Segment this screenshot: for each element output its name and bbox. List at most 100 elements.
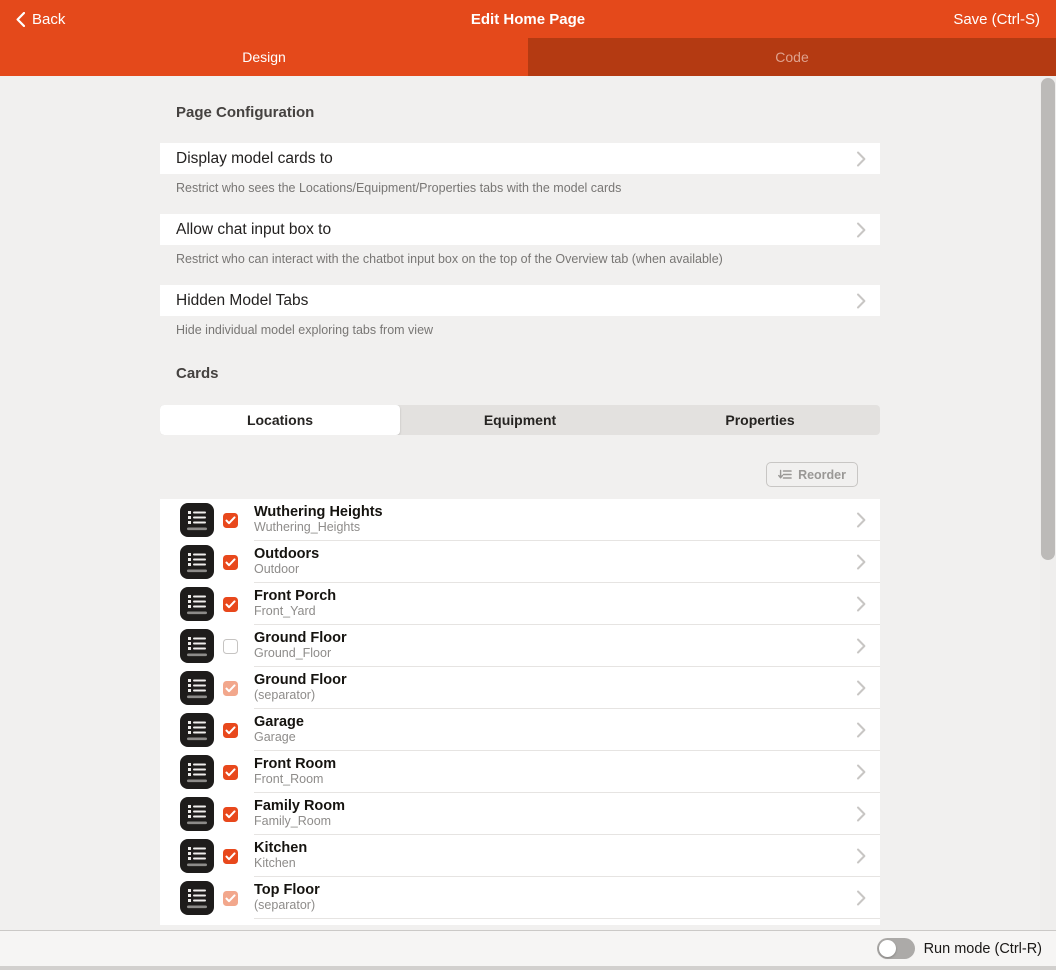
card-row[interactable]: Kitchen Kitchen (160, 835, 880, 877)
edit-home-page-window: Back Edit Home Page Save (Ctrl-S) Design… (0, 0, 1056, 970)
card-checkbox[interactable] (223, 639, 238, 654)
card-row-main: Wuthering Heights Wuthering_Heights (254, 499, 880, 541)
card-checkbox[interactable] (223, 681, 238, 696)
segment-tab[interactable]: Properties (640, 405, 880, 435)
back-button[interactable]: Back (16, 11, 65, 28)
chevron-right-icon (856, 722, 866, 738)
card-checkbox[interactable] (223, 849, 238, 864)
card-row[interactable]: Family Room Family_Room (160, 793, 880, 835)
card-row-main: Garage Garage (254, 709, 880, 751)
toggle-knob (879, 940, 896, 957)
config-row-description: Restrict who sees the Locations/Equipmen… (176, 181, 864, 196)
card-row-left (180, 839, 238, 873)
card-row[interactable]: Garage Garage (160, 709, 880, 751)
list-card-icon (180, 587, 214, 621)
card-row[interactable]: Ground Floor Ground_Floor (160, 625, 880, 667)
back-label: Back (32, 11, 65, 28)
tab[interactable]: Code (528, 38, 1056, 76)
tab-label: Code (775, 49, 808, 65)
config-item: Display model cards to Restrict who sees… (160, 143, 880, 196)
card-row-text: Family Room Family_Room (254, 798, 856, 829)
card-row[interactable]: Ground Floor (separator) (160, 667, 880, 709)
segment-label: Equipment (484, 412, 556, 428)
scrollbar-thumb[interactable] (1041, 78, 1055, 560)
card-checkbox[interactable] (223, 891, 238, 906)
card-title: Front Porch (254, 588, 856, 604)
card-subtitle: Ground_Floor (254, 646, 856, 661)
card-row[interactable]: Wuthering Heights Wuthering_Heights (160, 499, 880, 541)
segment-tab[interactable]: Locations (160, 405, 400, 435)
card-row[interactable]: Front Porch Front_Yard (160, 583, 880, 625)
card-row-text: Kitchen Kitchen (254, 840, 856, 871)
card-subtitle: Family_Room (254, 814, 856, 829)
card-checkbox[interactable] (223, 807, 238, 822)
checkmark-icon (225, 768, 236, 777)
card-checkbox[interactable] (223, 723, 238, 738)
tab-label: Design (242, 49, 286, 65)
card-row[interactable]: Top Floor (separator) (160, 877, 880, 919)
card-row-text: Top Floor (separator) (254, 882, 856, 913)
card-subtitle: Front_Yard (254, 604, 856, 619)
config-row[interactable]: Allow chat input box to (160, 214, 880, 245)
card-subtitle: Front_Room (254, 772, 856, 787)
chevron-right-icon (856, 764, 866, 780)
card-row-left (180, 713, 238, 747)
card-checkbox[interactable] (223, 597, 238, 612)
chevron-right-icon (856, 890, 866, 906)
card-row-main: Ground Floor Ground_Floor (254, 625, 880, 667)
list-card-icon (180, 545, 214, 579)
chevron-right-icon (856, 596, 866, 612)
config-item: Hidden Model Tabs Hide individual model … (160, 285, 880, 338)
cards-heading: Cards (160, 365, 880, 382)
card-row-main: Family Room Family_Room (254, 793, 880, 835)
chevron-right-icon (856, 554, 866, 570)
card-row-text: Ground Floor (separator) (254, 672, 856, 703)
card-title: Outdoors (254, 546, 856, 562)
chevron-right-icon (856, 222, 866, 238)
card-subtitle: (separator) (254, 898, 856, 913)
page-title: Edit Home Page (0, 11, 1056, 28)
reorder-label: Reorder (798, 468, 846, 482)
card-row-main: Ground Floor (separator) (254, 667, 880, 709)
card-checkbox[interactable] (223, 765, 238, 780)
card-row-main: Front Room Front_Room (254, 751, 880, 793)
card-title: Top Floor (254, 882, 856, 898)
scrollbar-track[interactable] (1040, 76, 1056, 930)
chevron-right-icon (856, 806, 866, 822)
card-row-text: Front Porch Front_Yard (254, 588, 856, 619)
chevron-right-icon (856, 638, 866, 654)
card-title: Ground Floor (254, 630, 856, 646)
reorder-button[interactable]: Reorder (766, 462, 858, 487)
list-card-icon (180, 755, 214, 789)
list-card-icon (180, 671, 214, 705)
card-checkbox[interactable] (223, 513, 238, 528)
page-configuration-heading: Page Configuration (160, 104, 880, 121)
list-card-icon (180, 797, 214, 831)
card-row-left (180, 671, 238, 705)
card-subtitle: Outdoor (254, 562, 856, 577)
card-title: Kitchen (254, 840, 856, 856)
tab[interactable]: Design (0, 38, 528, 76)
card-row-main: Kitchen Kitchen (254, 835, 880, 877)
checkmark-icon (225, 600, 236, 609)
list-card-icon (180, 713, 214, 747)
card-title: Front Room (254, 756, 856, 772)
card-checkbox[interactable] (223, 555, 238, 570)
config-row[interactable]: Hidden Model Tabs (160, 285, 880, 316)
card-row-left (180, 797, 238, 831)
run-mode-toggle[interactable] (877, 938, 915, 959)
segment-tab[interactable]: Equipment (400, 405, 640, 435)
save-button[interactable]: Save (Ctrl-S) (953, 11, 1040, 28)
card-row-text: Ground Floor Ground_Floor (254, 630, 856, 661)
card-row-left (180, 545, 238, 579)
card-row[interactable]: Front Room Front_Room (160, 751, 880, 793)
config-row-description: Hide individual model exploring tabs fro… (176, 323, 864, 338)
chevron-right-icon (856, 151, 866, 167)
segment-label: Locations (247, 412, 313, 428)
config-row[interactable]: Display model cards to (160, 143, 880, 174)
bottom-strip (0, 966, 1056, 970)
card-row[interactable]: Outdoors Outdoor (160, 541, 880, 583)
card-list: Wuthering Heights Wuthering_Heights (160, 499, 880, 925)
config-row-label: Allow chat input box to (176, 221, 331, 239)
card-row-text: Garage Garage (254, 714, 856, 745)
